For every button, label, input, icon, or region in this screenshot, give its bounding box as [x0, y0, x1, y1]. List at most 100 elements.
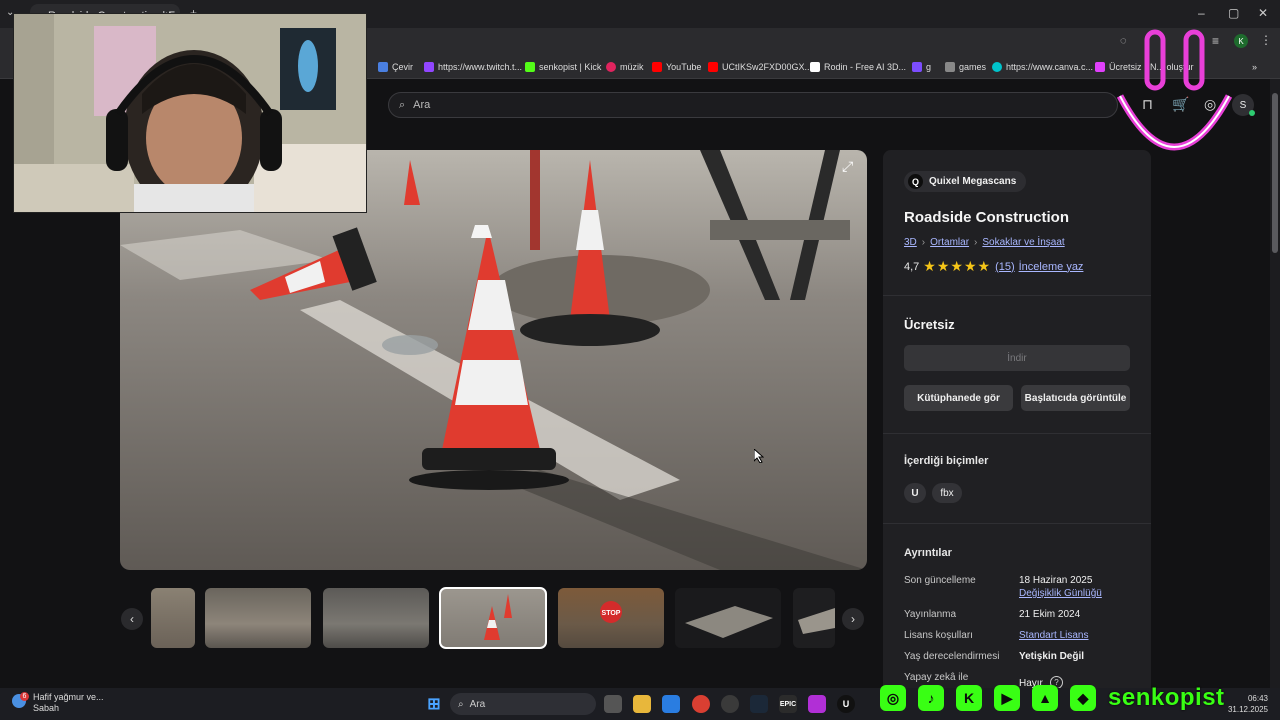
like-icon: ▲ [1032, 685, 1058, 711]
seller-name: Quixel Megascans [929, 176, 1017, 187]
page-title: Roadside Construction [904, 209, 1070, 226]
gallery-thumbnail[interactable] [793, 588, 835, 648]
changelog-link[interactable]: Değişiklik Günlüğü [1019, 588, 1102, 599]
task-view-icon[interactable] [604, 695, 622, 713]
streamer-handle: senkopist [1108, 684, 1225, 711]
write-review-link[interactable]: İnceleme yaz [1019, 261, 1084, 273]
menu-icon[interactable]: ⋮ [1260, 33, 1272, 47]
svg-text:STOP: STOP [602, 610, 621, 617]
more-bookmarks-icon[interactable]: » [1252, 56, 1257, 78]
taskbar-search[interactable]: ⌕ Ara [450, 693, 596, 715]
bookmark-item[interactable]: games [945, 56, 986, 78]
close-window-icon[interactable]: ✕ [1258, 6, 1268, 20]
gallery-prev-button[interactable]: ‹ [121, 608, 143, 630]
bookmark-item[interactable]: https://www.canva.c... [992, 56, 1093, 78]
breadcrumb-link[interactable]: Ortamlar [930, 237, 969, 248]
social-overlay: ◎ ♪ K ▶ ▲ ◆ senkopist [880, 683, 1225, 713]
search-placeholder: Ara [413, 99, 431, 111]
license-link[interactable]: Standart Lisans [1019, 630, 1089, 641]
steam-icon[interactable] [750, 695, 768, 713]
gallery-thumbnail[interactable]: STOP [558, 588, 664, 648]
page-scrollbar[interactable] [1270, 79, 1280, 688]
twitch-icon [424, 62, 434, 72]
bookmark-icon [1095, 62, 1105, 72]
taskbar-search-placeholder: Ara [469, 698, 486, 710]
gallery-thumbnail-selected[interactable] [439, 587, 547, 649]
scrollbar-thumb[interactable] [1272, 93, 1278, 253]
rating-value: 4,7 [904, 260, 920, 273]
bookmark-item[interactable]: g [912, 56, 931, 78]
youtube-icon [652, 62, 662, 72]
detail-value: Yetişkin Değil [1019, 651, 1085, 662]
taskbar-clock[interactable]: 06:43 31.12.2025 [1222, 693, 1268, 715]
detail-label: Lisans koşulları [904, 630, 973, 641]
breadcrumb-link[interactable]: Sokaklar ve İnşaat [982, 237, 1064, 248]
rating-row: 4,7 ★★★★★ (15) İnceleme yaz [904, 258, 1083, 275]
kick-icon [525, 62, 535, 72]
breadcrumb-link[interactable]: 3D [904, 237, 917, 248]
bookmark-item[interactable]: Çevir [378, 56, 413, 78]
chrome-icon[interactable] [692, 695, 710, 713]
folder-icon [945, 62, 955, 72]
minimize-icon[interactable]: – [1198, 6, 1205, 20]
gallery-thumbnail[interactable] [151, 588, 195, 648]
fullscreen-expand-icon[interactable]: ⤢ [842, 158, 853, 175]
unreal-format-icon[interactable]: U [904, 483, 926, 503]
app-icon[interactable] [721, 695, 739, 713]
webcam-overlay [13, 13, 367, 213]
tiktok-icon: ♪ [918, 685, 944, 711]
clock-date: 31.12.2025 [1227, 705, 1268, 714]
bookmark-item[interactable]: müzik [606, 56, 644, 78]
search-icon: ⌕ [458, 698, 464, 710]
translate-icon [378, 62, 388, 72]
folder-icon [912, 62, 922, 72]
detail-value: 21 Ekim 2024 [1019, 609, 1081, 620]
formats-heading: İçerdiği biçimler [904, 455, 989, 467]
detail-label: Yaş derecelendirmesi [904, 651, 1000, 662]
bookmark-item[interactable]: https://www.twitch.t... [424, 56, 522, 78]
bookmark-item[interactable]: Rodin - Free AI 3D... [810, 56, 906, 78]
windows-start-icon[interactable]: ⊞ [425, 695, 443, 713]
weather-sub: Sabah [33, 703, 60, 713]
breadcrumb: 3D › Ortamlar › Sokaklar ve İnşaat [904, 237, 1065, 248]
star-rating-icon: ★★★★★ [923, 258, 992, 274]
gallery-thumbnail[interactable] [323, 588, 429, 648]
file-explorer-icon[interactable] [633, 695, 651, 713]
maximize-icon[interactable]: ▢ [1228, 6, 1239, 20]
seller-badge[interactable]: Q Quixel Megascans [904, 171, 1027, 192]
detail-label: Yayınlanma [904, 609, 957, 620]
view-in-library-button[interactable]: Kütüphanede gör [904, 385, 1013, 411]
youtube-icon: ▶ [994, 685, 1020, 711]
chevron-right-icon: › [974, 237, 978, 248]
bookmark-item[interactable]: YouTube [652, 56, 701, 78]
epic-games-icon[interactable]: EPIC [779, 695, 797, 713]
detail-label: Yapay zekâ ile [904, 672, 969, 683]
divider [883, 433, 1151, 434]
weather-text: Hafif yağmur ve... [33, 692, 104, 702]
view-in-launcher-button[interactable]: Başlatıcıda görüntüle [1021, 385, 1130, 411]
gallery-next-button[interactable]: › [842, 608, 864, 630]
weather-widget[interactable]: Hafif yağmur ve... Sabah [33, 692, 104, 714]
gallery-thumbnail[interactable] [205, 588, 311, 648]
instagram-icon: ◎ [880, 685, 906, 711]
price-label: Ücretsiz [904, 317, 955, 332]
music-icon [606, 62, 616, 72]
rating-count-link[interactable]: (15) [995, 261, 1015, 273]
download-button[interactable]: İndir [904, 345, 1130, 371]
bell-icon: ◆ [1070, 685, 1096, 711]
fbx-format-chip[interactable]: fbx [932, 483, 962, 503]
gallery-thumbnail[interactable] [675, 588, 781, 648]
bookmark-item[interactable]: UCtIKSw2FXD00GX... [708, 56, 812, 78]
app-icon[interactable] [808, 695, 826, 713]
divider [883, 295, 1151, 296]
bookmark-item[interactable]: senkopist | Kick [525, 56, 601, 78]
mouse-cursor-icon [754, 449, 764, 463]
store-icon[interactable] [662, 695, 680, 713]
clock-time: 06:43 [1247, 694, 1268, 703]
product-main-image[interactable] [120, 150, 867, 570]
unreal-engine-icon[interactable]: U [837, 695, 855, 713]
youtube-icon [708, 62, 718, 72]
search-icon: ⌕ [399, 98, 406, 111]
rodin-icon [810, 62, 820, 72]
search-input[interactable]: ⌕ Ara [388, 92, 1118, 118]
